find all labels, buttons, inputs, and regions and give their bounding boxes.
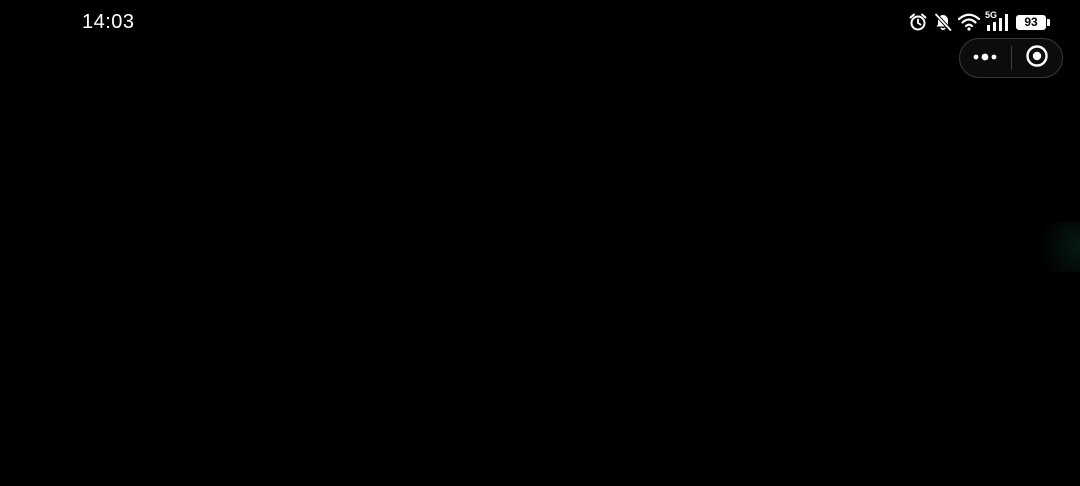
status-icons: 5G 93	[908, 10, 1050, 33]
more-menu-button[interactable]	[960, 39, 1011, 77]
bell-muted-icon	[933, 12, 953, 32]
mini-program-capsule	[959, 38, 1063, 78]
more-dots-icon	[972, 49, 998, 67]
battery-icon: 93	[1016, 14, 1050, 30]
signal-icon: 5G	[985, 10, 1011, 33]
app-screen: 14:03 5G 93	[0, 0, 1080, 486]
alarm-icon	[908, 12, 928, 32]
battery-body: 93	[1016, 14, 1046, 30]
close-mini-program-button[interactable]	[1012, 39, 1063, 77]
battery-level: 93	[1024, 15, 1038, 29]
target-close-icon	[1025, 44, 1049, 73]
status-bar: 14:03 5G 93	[0, 0, 1080, 44]
battery-tip	[1047, 18, 1050, 26]
edge-glow	[1030, 222, 1080, 272]
status-time: 14:03	[82, 11, 135, 33]
wifi-icon	[958, 13, 980, 31]
